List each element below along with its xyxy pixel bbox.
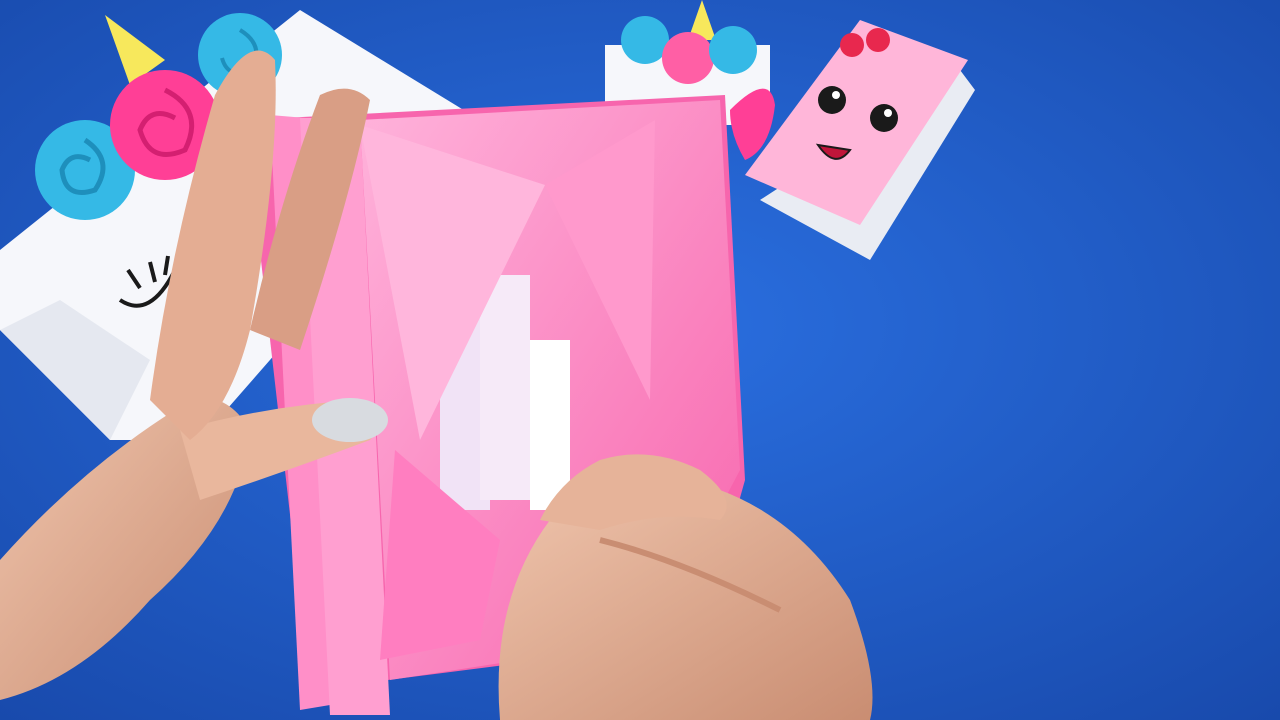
bow-icon <box>840 33 864 57</box>
paper-note-card <box>480 275 530 500</box>
eye-shine <box>884 109 892 117</box>
cartoon-eye-right-icon <box>870 104 898 132</box>
silver-nail-icon <box>312 398 388 442</box>
paper-note-card <box>530 340 570 510</box>
bow-icon <box>866 28 890 52</box>
rose-icon <box>621 16 669 64</box>
cartoon-eye-left-icon <box>818 86 846 114</box>
rose-icon <box>662 32 714 84</box>
rose-icon <box>709 26 757 74</box>
eye-shine <box>832 91 840 99</box>
scene-photo <box>0 0 1280 720</box>
